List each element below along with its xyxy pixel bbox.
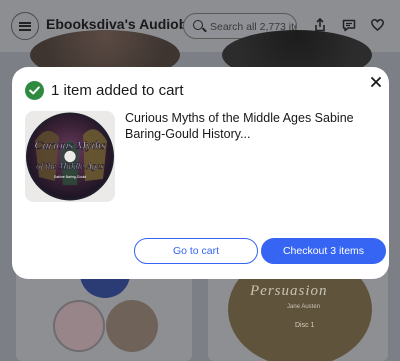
close-button[interactable] <box>365 71 387 93</box>
dialog-title: 1 item added to cart <box>51 81 184 99</box>
svg-text:Sabine Baring-Gould: Sabine Baring-Gould <box>54 175 87 179</box>
heart-icon <box>370 19 384 31</box>
checkout-button[interactable]: Checkout 3 items <box>261 238 386 264</box>
menu-icon <box>19 21 31 31</box>
listing-image[interactable] <box>106 300 158 352</box>
check-icon <box>25 80 44 100</box>
dialog-header: 1 item added to cart <box>25 79 184 101</box>
go-to-cart-button[interactable]: Go to cart <box>134 238 258 264</box>
item-thumbnail[interactable]: Curious Myths of the Middle Ages Sabine … <box>25 111 115 202</box>
item-title[interactable]: Curious Myths of the Middle Ages Sabine … <box>125 110 360 142</box>
listing-image[interactable] <box>53 300 105 352</box>
added-to-cart-dialog: 1 item added to cart Curious Myths of th… <box>12 67 389 279</box>
search-icon <box>193 20 203 30</box>
audiobook-disc-image: Curious Myths of the Middle Ages Sabine … <box>25 111 115 202</box>
menu-button[interactable] <box>11 12 39 40</box>
listing-disc-title: Persuasion <box>250 283 328 299</box>
close-icon <box>371 77 381 87</box>
svg-text:Curious Myths: Curious Myths <box>34 138 105 152</box>
listing-disc-label: Disc 1 <box>295 322 315 329</box>
svg-text:of the Middle Ages: of the Middle Ages <box>36 161 104 171</box>
message-button[interactable] <box>341 17 357 33</box>
listing-disc-author: Jane Austen <box>287 304 321 310</box>
message-icon <box>342 19 356 31</box>
favorite-button[interactable] <box>369 17 385 33</box>
